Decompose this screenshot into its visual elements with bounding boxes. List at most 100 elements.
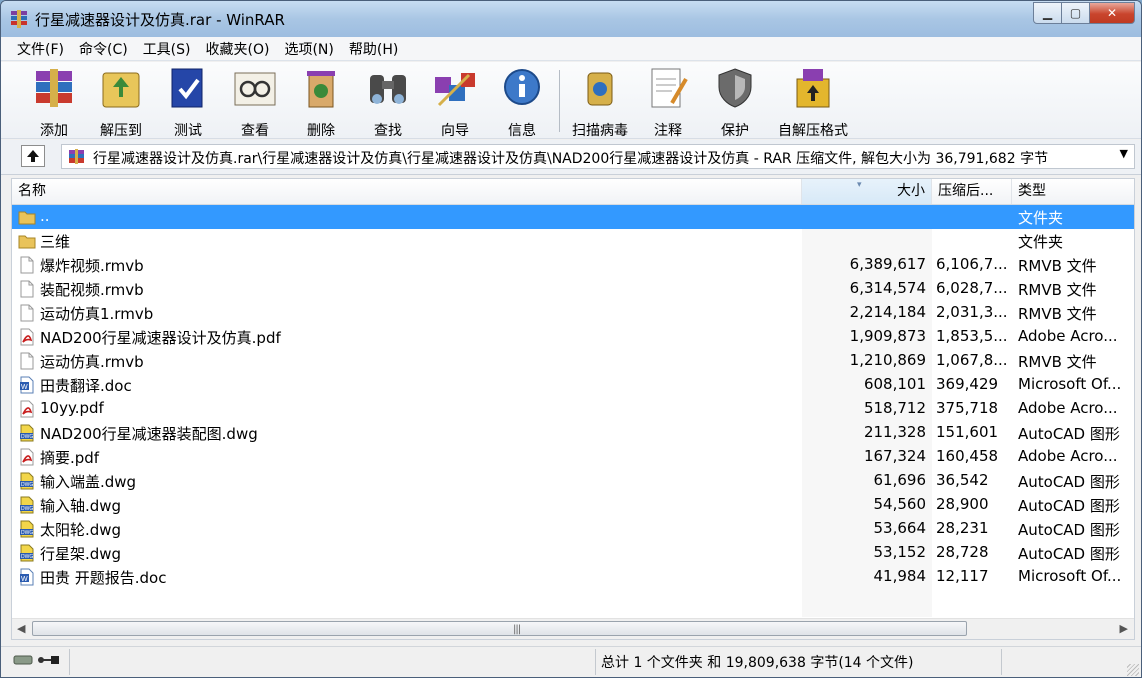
- maximize-icon: ▢: [1069, 6, 1082, 20]
- menu-commands[interactable]: 命令(C): [71, 39, 135, 59]
- delete-button[interactable]: 删除: [288, 65, 354, 139]
- sfx-icon: [796, 69, 830, 108]
- extract-to-icon: [102, 72, 140, 108]
- resize-grip-icon[interactable]: [1127, 664, 1139, 676]
- file-row[interactable]: 爆炸视频.rmvb 6,389,617 6,106,7... RMVB 文件: [12, 253, 1134, 277]
- menu-file[interactable]: 文件(F): [9, 39, 71, 59]
- protect-button[interactable]: 保护: [702, 65, 768, 139]
- address-dropdown-icon[interactable]: ▼: [1120, 147, 1128, 160]
- comment-button[interactable]: 注释: [635, 65, 701, 139]
- svg-text:DWG: DWG: [21, 530, 33, 536]
- file-row[interactable]: 装配视频.rmvb 6,314,574 6,028,7... RMVB 文件: [12, 277, 1134, 301]
- horizontal-scrollbar[interactable]: ◀ ||| ▶: [12, 618, 1134, 639]
- file-name: 运动仿真1.rmvb: [40, 305, 154, 323]
- title-bar[interactable]: 行星减速器设计及仿真.rar - WinRAR ▁ ▢ ✕: [1, 1, 1141, 37]
- test-button[interactable]: 测试: [155, 65, 221, 139]
- sfx-button[interactable]: 自解压格式: [771, 65, 855, 139]
- address-field[interactable]: 行星减速器设计及仿真.rar\行星减速器设计及仿真\行星减速器设计及仿真\NAD…: [61, 144, 1135, 169]
- file-row[interactable]: 运动仿真1.rmvb 2,214,184 2,031,3... RMVB 文件: [12, 301, 1134, 325]
- file-row[interactable]: 运动仿真.rmvb 1,210,869 1,067,8... RMVB 文件: [12, 349, 1134, 373]
- column-size-label: 大小: [897, 183, 925, 199]
- file-size: 1,210,869: [849, 351, 926, 369]
- address-path: 行星减速器设计及仿真.rar\行星减速器设计及仿真\行星减速器设计及仿真\NAD…: [93, 151, 1049, 167]
- dwg-file-icon: DWG: [18, 424, 36, 442]
- minimize-icon: ▁: [1042, 6, 1053, 20]
- file-packed-size: 375,718: [936, 399, 999, 417]
- add-archive-icon: [36, 69, 72, 107]
- file-packed-size: 28,900: [936, 495, 989, 513]
- menu-tools[interactable]: 工具(S): [135, 39, 198, 59]
- file-type: 文件夹: [1018, 233, 1064, 251]
- column-type[interactable]: 类型: [1012, 179, 1134, 204]
- extract-to-button[interactable]: 解压到: [88, 65, 154, 139]
- folder-row[interactable]: .. 文件夹: [12, 205, 1134, 229]
- maximize-button[interactable]: ▢: [1061, 2, 1090, 24]
- dwg-file-icon: DWG: [18, 496, 36, 514]
- column-name[interactable]: 名称: [12, 179, 802, 204]
- minimize-button[interactable]: ▁: [1033, 2, 1062, 24]
- dwg-file-icon: DWG: [18, 544, 36, 562]
- file-type: RMVB 文件: [1018, 281, 1097, 299]
- scroll-left-icon[interactable]: ◀: [17, 622, 25, 635]
- sfx-label: 自解压格式: [778, 123, 848, 139]
- file-row[interactable]: DWG 太阳轮.dwg 53,664 28,231 AutoCAD 图形: [12, 517, 1134, 541]
- drive-key-icon[interactable]: [13, 653, 61, 667]
- menu-bar: 文件(F) 命令(C) 工具(S) 收藏夹(O) 选项(N) 帮助(H): [1, 37, 1141, 61]
- delete-icon: [307, 71, 335, 108]
- delete-label: 删除: [307, 123, 335, 139]
- find-label: 查找: [374, 123, 402, 139]
- file-packed-size: 151,601: [936, 423, 999, 441]
- file-row[interactable]: NAD200行星减速器设计及仿真.pdf 1,909,873 1,853,5... A…: [12, 325, 1134, 349]
- file-file-icon: [18, 304, 36, 322]
- file-packed-size: 28,231: [936, 519, 989, 537]
- file-packed-size: 6,028,7...: [936, 279, 1008, 297]
- file-name: 太阳轮.dwg: [40, 521, 122, 539]
- file-row[interactable]: W 田贵翻译.doc 608,101 369,429 Microsoft Of...: [12, 373, 1134, 397]
- menu-help[interactable]: 帮助(H): [341, 39, 405, 59]
- add-button[interactable]: 添加: [21, 65, 87, 139]
- column-packed[interactable]: 压缩后...: [932, 179, 1012, 204]
- virus-scan-button[interactable]: 扫描病毒: [567, 65, 633, 139]
- find-button[interactable]: 查找: [355, 65, 421, 139]
- menu-options[interactable]: 选项(N): [276, 39, 340, 59]
- file-row[interactable]: 10yy.pdf 518,712 375,718 Adobe Acro...: [12, 397, 1134, 421]
- svg-text:DWG: DWG: [21, 482, 33, 488]
- svg-text:DWG: DWG: [21, 506, 33, 512]
- file-row[interactable]: DWG 输入轴.dwg 54,560 28,900 AutoCAD 图形: [12, 493, 1134, 517]
- wizard-button[interactable]: 向导: [422, 65, 488, 139]
- info-button[interactable]: 信息: [489, 65, 555, 139]
- virus-scan-icon: [587, 72, 613, 106]
- file-size: 6,314,574: [849, 279, 926, 297]
- scroll-right-icon[interactable]: ▶: [1120, 622, 1128, 635]
- file-list: 名称 ▾ 大小 压缩后... 类型 .. 文件夹 三维 文件夹 爆炸视频.rmvb 6,3…: [11, 178, 1135, 640]
- pdf-file-icon: [18, 448, 36, 466]
- column-size[interactable]: ▾ 大小: [802, 179, 932, 204]
- scroll-thumb[interactable]: |||: [32, 621, 967, 636]
- file-name: 摘要.pdf: [40, 449, 100, 467]
- file-size: 518,712: [863, 399, 926, 417]
- virus-scan-label: 扫描病毒: [572, 123, 628, 139]
- file-row[interactable]: 摘要.pdf 167,324 160,458 Adobe Acro...: [12, 445, 1134, 469]
- status-divider: [69, 649, 70, 675]
- folder-icon: [18, 232, 36, 250]
- file-row[interactable]: DWG 输入端盖.dwg 61,696 36,542 AutoCAD 图形: [12, 469, 1134, 493]
- file-row[interactable]: W 田贵 开题报告.doc 41,984 12,117 Microsoft Of...: [12, 565, 1134, 589]
- file-packed-size: 12,117: [936, 567, 989, 585]
- file-row[interactable]: DWG NAD200行星减速器装配图.dwg 211,328 151,601 AutoC…: [12, 421, 1134, 445]
- file-type: AutoCAD 图形: [1018, 497, 1120, 515]
- file-packed-size: 6,106,7...: [936, 255, 1008, 273]
- svg-text:DWG: DWG: [21, 434, 33, 440]
- file-packed-size: 1,853,5...: [936, 327, 1008, 345]
- file-packed-size: 2,031,3...: [936, 303, 1008, 321]
- up-folder-button[interactable]: [21, 145, 45, 167]
- view-button[interactable]: 查看: [222, 65, 288, 139]
- folder-row[interactable]: 三维 文件夹: [12, 229, 1134, 253]
- scroll-grip-icon: |||: [513, 624, 521, 635]
- menu-favorites[interactable]: 收藏夹(O): [198, 39, 277, 59]
- file-type: Adobe Acro...: [1018, 447, 1118, 465]
- file-row[interactable]: DWG 行星架.dwg 53,152 28,728 AutoCAD 图形: [12, 541, 1134, 565]
- wizard-icon: [435, 73, 475, 107]
- close-button[interactable]: ✕: [1089, 2, 1135, 24]
- test-icon: [171, 68, 203, 108]
- file-type: AutoCAD 图形: [1018, 473, 1120, 491]
